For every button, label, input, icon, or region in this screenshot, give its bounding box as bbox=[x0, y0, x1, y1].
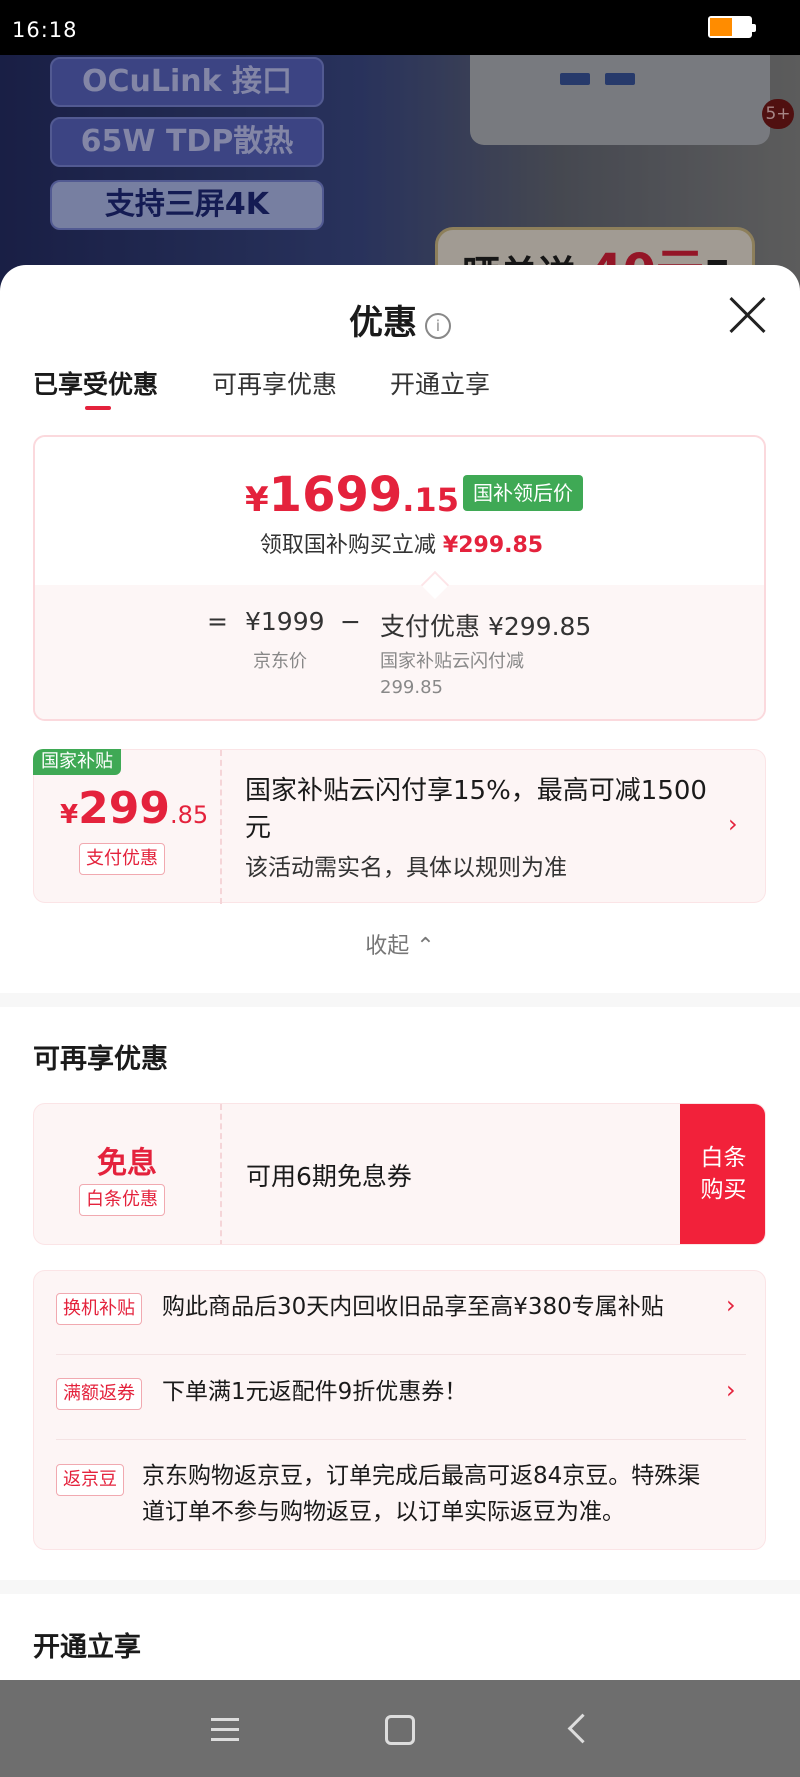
chevron-right-icon[interactable]: › bbox=[726, 1291, 736, 1319]
price-summary-card: ¥1699.15 国补领后价 领取国补购买立减 ¥299.85 = ¥1999 … bbox=[33, 435, 766, 721]
interest-free-title: 免息 bbox=[97, 1146, 157, 1181]
baitiao-tag: 白条优惠 bbox=[79, 1184, 165, 1216]
reduce-line: 领取国补购买立减 ¥299.85 bbox=[259, 533, 544, 558]
more-heading: 可再享优惠 bbox=[33, 1044, 168, 1075]
tab-indicator bbox=[85, 406, 111, 410]
chevron-right-icon[interactable]: › bbox=[728, 810, 738, 838]
benefit-text[interactable]: 购此商品后30天内回收旧品享至高¥380专属补贴 bbox=[162, 1289, 664, 1325]
interest-free-desc: 可用6期免息券 bbox=[246, 1162, 412, 1191]
minus-sign: − bbox=[340, 607, 361, 636]
subsidy-type-tag: 支付优惠 bbox=[79, 843, 165, 875]
home-icon[interactable] bbox=[385, 1715, 415, 1745]
pay-discount-amount: 299.85 bbox=[380, 677, 443, 698]
benefit-text[interactable]: 下单满1元返配件9折优惠券！ bbox=[162, 1374, 467, 1410]
collapse-label: 收起 bbox=[365, 934, 410, 959]
benefit-tag: 换机补贴 bbox=[56, 1293, 142, 1325]
benefit-text: 京东购物返京豆，订单完成后最高可返84京豆。特殊渠 bbox=[142, 1463, 701, 1489]
battery-icon bbox=[708, 16, 756, 38]
benefit-text: 道订单不参与购物返豆，以订单实际返豆为准。 bbox=[142, 1499, 625, 1525]
subsidy-amount: ¥299.85 bbox=[60, 783, 209, 834]
chevron-right-icon[interactable]: › bbox=[726, 1376, 736, 1404]
section-divider bbox=[0, 1580, 800, 1594]
discount-sheet: 优惠 i 已享受优惠 可再享优惠 开通立享 ¥1699.15 国补领后价 领取国补… bbox=[0, 265, 800, 1680]
equals-sign: = bbox=[207, 607, 228, 636]
subsidy-tag: 国家补贴 bbox=[33, 749, 121, 775]
chevron-up-icon: ⌃ bbox=[416, 934, 435, 959]
tab-enjoyed[interactable]: 已享受优惠 bbox=[33, 365, 158, 401]
tab-open[interactable]: 开通立享 bbox=[390, 365, 490, 401]
status-bar: 16:18 bbox=[0, 0, 800, 55]
benefits-list: 换机补贴 购此商品后30天内回收旧品享至高¥380专属补贴 › 满额返券 下单满… bbox=[33, 1270, 766, 1550]
jd-price: ¥1999 bbox=[245, 607, 325, 636]
subsidy-note: 该活动需实名，具体以规则为准 bbox=[245, 855, 567, 881]
pay-discount: 支付优惠 ¥299.85 bbox=[380, 612, 592, 641]
baitiao-buy-line2: 购买 bbox=[700, 1177, 747, 1203]
open-heading: 开通立享 bbox=[33, 1632, 141, 1663]
sheet-title: 优惠 i bbox=[0, 295, 800, 344]
status-time: 16:18 bbox=[12, 18, 78, 42]
close-icon[interactable] bbox=[728, 295, 768, 335]
section-divider bbox=[0, 993, 800, 1007]
pay-discount-label: 国家补贴云闪付减 bbox=[380, 651, 524, 672]
collapse-button[interactable]: 收起 ⌃ bbox=[0, 928, 800, 960]
price-badge: 国补领后价 bbox=[463, 475, 583, 511]
product-banner: OCuLink 接口 65W TDP散热 支持三屏4K 5+ 晒单送 40元E卡 bbox=[0, 55, 800, 295]
tab-more[interactable]: 可再享优惠 bbox=[212, 365, 337, 401]
baitiao-buy-button[interactable]: 白条 购买 bbox=[680, 1104, 765, 1244]
final-price: ¥1699.15 bbox=[245, 467, 459, 523]
jd-price-label: 京东价 bbox=[253, 651, 307, 672]
benefit-tag: 满额返券 bbox=[56, 1378, 142, 1410]
navigation-bar bbox=[0, 1680, 800, 1777]
subsidy-title: 国家补贴云闪付享15%，最高可减1500元 bbox=[245, 776, 707, 843]
benefit-tag: 返京豆 bbox=[56, 1464, 124, 1496]
info-icon[interactable]: i bbox=[425, 313, 451, 339]
baitiao-buy-line1: 白条 bbox=[700, 1145, 747, 1171]
interest-free-card: 免息 白条优惠 可用6期免息券 白条 购买 bbox=[33, 1103, 766, 1245]
sheet-title-text: 优惠 bbox=[349, 303, 417, 343]
back-icon[interactable] bbox=[560, 1710, 600, 1750]
menu-icon[interactable] bbox=[205, 1710, 245, 1750]
